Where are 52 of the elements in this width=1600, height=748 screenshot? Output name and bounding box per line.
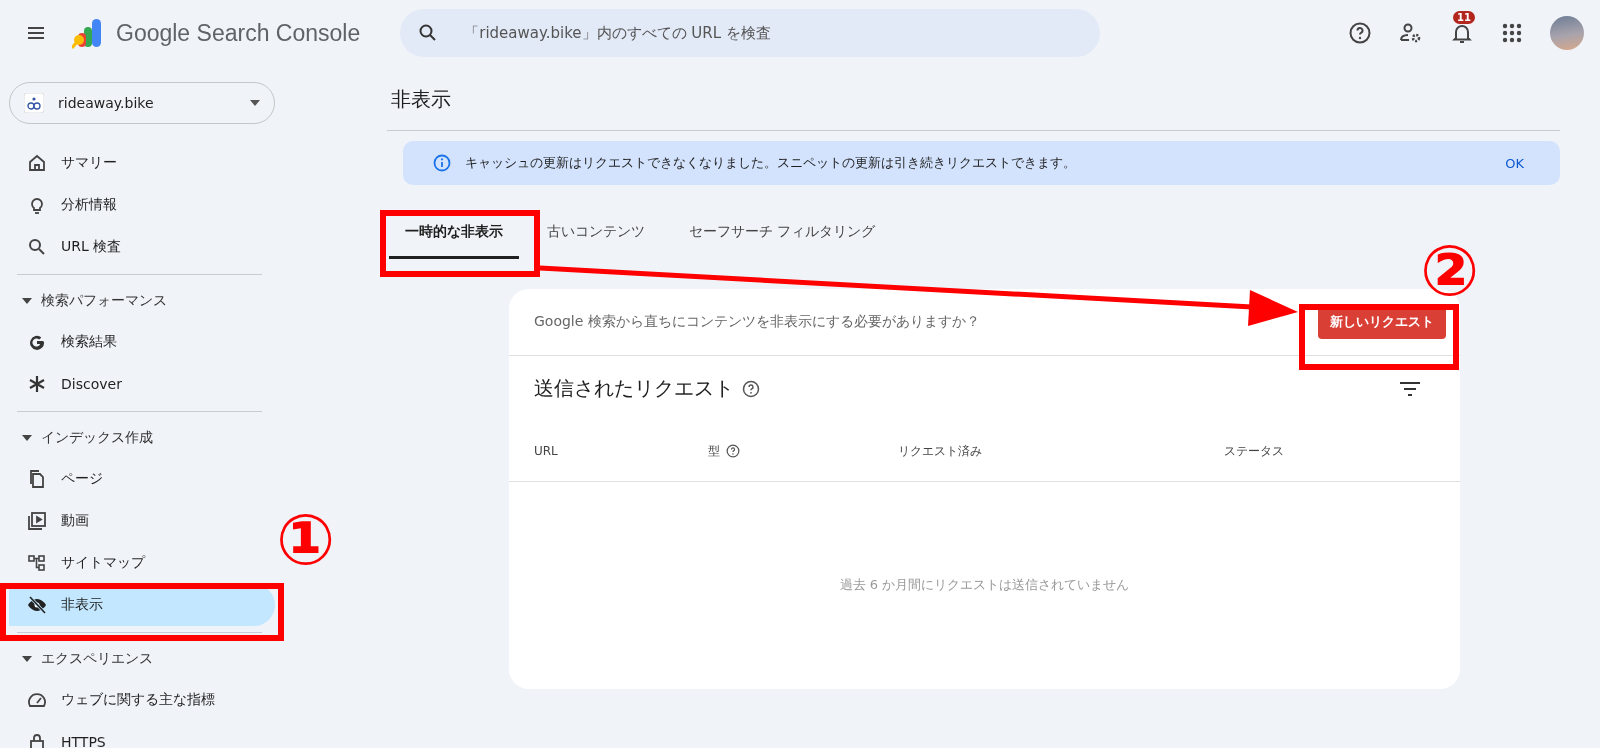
tab[interactable]: 一時的な非表示 [389, 207, 519, 259]
sidebar-item[interactable]: URL 検査 [9, 226, 275, 268]
dropdown-caret-icon [250, 100, 260, 106]
prompt-text: Google 検索から直ちにコンテンツを非表示にする必要がありますか？ [534, 313, 981, 331]
home-icon [27, 153, 47, 173]
eye-icon [27, 595, 47, 615]
help-icon[interactable] [1348, 21, 1372, 45]
step-number: ① [276, 505, 336, 575]
gauge-icon [27, 690, 47, 710]
tab[interactable]: セーフサーチ フィルタリング [673, 207, 892, 259]
asterisk-icon [27, 374, 47, 394]
column-header: URL [534, 444, 558, 458]
search-input[interactable]: 「rideaway.bike」内のすべての URL を検査 [462, 23, 1083, 43]
section-header[interactable]: インデックス作成 [0, 418, 275, 458]
search-field[interactable]: 「rideaway.bike」内のすべての URL を検査 [400, 9, 1101, 57]
apps-icon[interactable] [1501, 22, 1523, 44]
user-settings-icon[interactable] [1399, 21, 1423, 45]
sidebar-item[interactable]: HTTPS [9, 721, 275, 748]
video-icon [27, 511, 47, 531]
sidebar-item[interactable]: 分析情報 [9, 184, 275, 226]
app-name: Google Search Console [116, 19, 361, 47]
info-icon [433, 154, 451, 172]
column-header: 型 [708, 442, 720, 460]
banner-text: キャッシュの更新はリクエストできなくなりました。スニペットの更新は引き続きリクエストできます。 [465, 154, 1077, 172]
tab[interactable]: 古いコンテンツ [531, 207, 661, 259]
sidebar-item[interactable]: ページ [9, 458, 275, 500]
step-number: ② [1420, 236, 1480, 306]
sidebar-item[interactable]: サマリー [9, 142, 275, 184]
site-favicon-icon [24, 93, 44, 113]
section-header[interactable]: エクスペリエンス [0, 639, 275, 679]
sidebar-item[interactable]: 動画 [9, 500, 275, 542]
search-icon [27, 237, 47, 257]
page-title: 非表示 [391, 86, 452, 113]
card-title: 送信されたリクエスト [534, 375, 734, 402]
help-icon[interactable] [742, 379, 760, 398]
sidebar-item[interactable]: ウェブに関する主な指標 [9, 679, 275, 721]
lock-icon [27, 732, 47, 748]
filter-icon[interactable] [1400, 381, 1420, 396]
column-header: リクエスト済み [898, 442, 982, 460]
sidebar-item[interactable]: サイトマップ [9, 542, 275, 584]
avatar[interactable] [1550, 16, 1584, 50]
sidebar-item[interactable]: 検索結果 [9, 321, 275, 363]
section-header[interactable]: 検索パフォーマンス [0, 281, 275, 321]
help-icon[interactable] [726, 444, 740, 458]
sitemap-icon [27, 553, 47, 573]
pages-icon [27, 469, 47, 489]
notification-badge: 11 [1453, 11, 1475, 24]
empty-message: 過去 6 か月間にリクエストは送信されていません [839, 575, 1130, 594]
ok-button[interactable]: OK [1499, 154, 1530, 172]
column-header: ステータス [1224, 442, 1284, 460]
sidebar-item[interactable]: Discover [9, 363, 275, 405]
property-selector[interactable]: rideaway.bike [9, 82, 275, 124]
